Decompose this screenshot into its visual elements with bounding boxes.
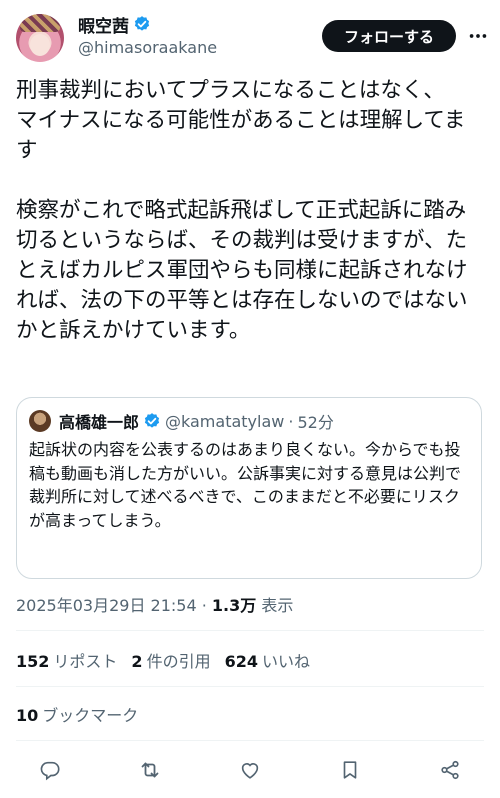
timestamp-separator: · — [201, 596, 207, 615]
bookmarks-count: 10 — [16, 706, 39, 725]
quoted-separator: · — [288, 411, 294, 431]
divider — [16, 686, 484, 687]
divider — [16, 630, 484, 631]
divider — [16, 740, 484, 741]
bookmarks-stat[interactable]: 10 ブックマーク — [16, 702, 138, 726]
reply-icon[interactable] — [36, 756, 64, 784]
tweet-timestamp[interactable]: 2025年03月29日 21:54 — [16, 596, 197, 615]
author-handle[interactable]: @himasoraakane — [78, 38, 217, 57]
quoted-author-avatar — [29, 410, 51, 432]
verified-badge-icon — [143, 412, 161, 430]
engagement-stats: 152 リポスト 2 件の引用 624 いいね — [16, 648, 310, 672]
reposts-stat[interactable]: 152 リポスト — [16, 648, 117, 672]
likes-stat[interactable]: 624 いいね — [225, 648, 310, 672]
quotes-stat[interactable]: 2 件の引用 — [131, 648, 210, 672]
bookmarks-label: ブックマーク — [42, 706, 139, 725]
quoted-author-name: 高橋雄一郎 — [59, 413, 140, 432]
quoted-author-handle: @kamatatylaw — [165, 411, 285, 431]
action-bar — [0, 750, 500, 790]
repost-icon[interactable] — [136, 756, 164, 784]
verified-badge-icon — [133, 15, 151, 33]
view-count: 1.3万 — [211, 596, 257, 615]
quoted-time: 52分 — [297, 413, 334, 432]
author-display-name[interactable]: 暇空茜 — [78, 12, 129, 37]
likes-label: いいね — [261, 652, 310, 671]
tweet-text: 刑事裁判においてプラスになることはなく、 マイナスになる可能性があることは理解し… — [16, 78, 468, 343]
tweet-header: 暇空茜 @himasoraakane フォローする — [0, 0, 500, 70]
quoted-tweet[interactable]: 高橋雄一郎 @kamatatylaw · 52分 起訴状の内容を公表するのはあま… — [16, 397, 482, 579]
author-avatar[interactable] — [16, 14, 64, 62]
view-count-label: 表示 — [261, 596, 294, 615]
like-icon[interactable] — [236, 756, 264, 784]
quoted-tweet-text: 起訴状の内容を公表するのはあまり良くない。今からでも投稿も動画も消した方がいい。… — [29, 440, 462, 530]
likes-count: 624 — [224, 652, 258, 671]
author-name-row[interactable]: 暇空茜 — [78, 12, 151, 37]
quotes-count: 2 — [131, 652, 143, 671]
reposts-count: 152 — [16, 652, 50, 671]
reposts-label: リポスト — [53, 652, 118, 671]
more-icon[interactable] — [464, 22, 492, 50]
quoted-tweet-header: 高橋雄一郎 @kamatatylaw · 52分 — [59, 408, 334, 434]
tweet-timestamp-row: 2025年03月29日 21:54 · 1.3万 表示 — [16, 592, 293, 616]
bookmark-icon[interactable] — [336, 756, 364, 784]
follow-button[interactable]: フォローする — [322, 20, 456, 52]
quotes-label: 件の引用 — [146, 652, 211, 671]
share-icon[interactable] — [436, 756, 464, 784]
